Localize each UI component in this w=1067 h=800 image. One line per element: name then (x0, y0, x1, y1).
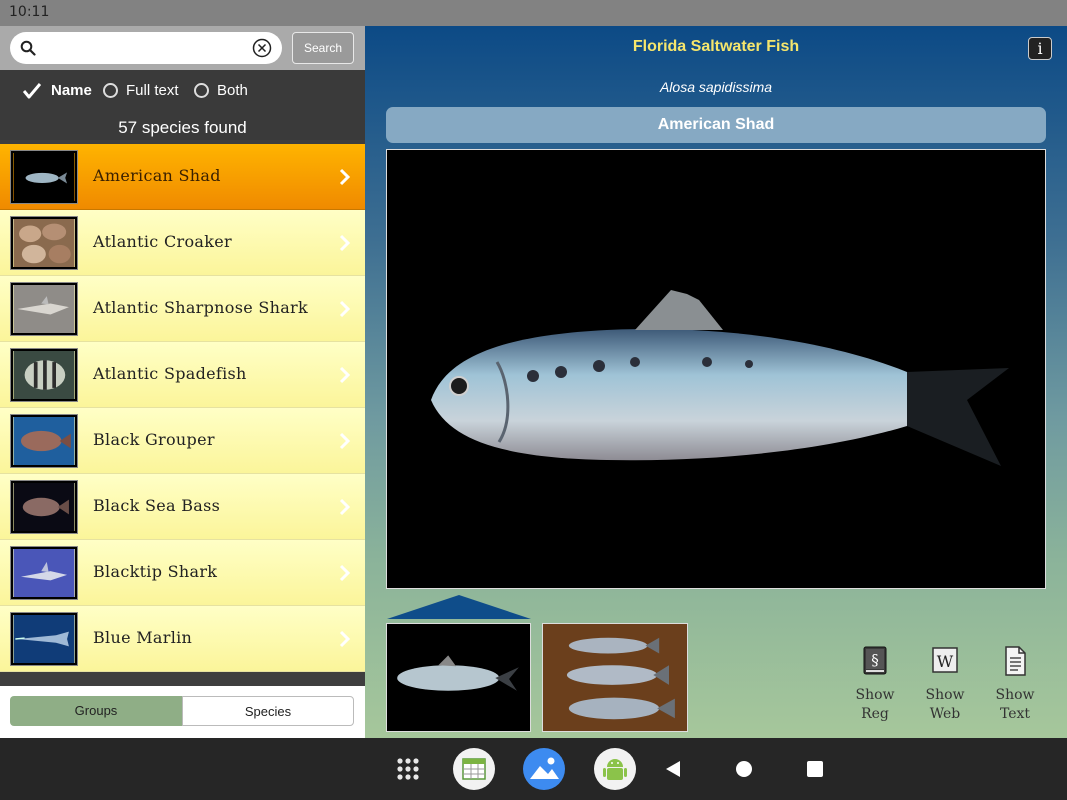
view-segmented-control: Groups Species (0, 686, 365, 738)
show-web-line2: Web (929, 706, 961, 722)
list-item[interactable]: Blue Marlin (0, 606, 365, 672)
show-web-line1: Show (925, 687, 965, 703)
list-item[interactable]: American Shad (0, 144, 365, 210)
common-name-banner: American Shad (386, 107, 1046, 143)
search-icon (20, 40, 36, 56)
option-both[interactable]: Both (194, 82, 248, 99)
list-item-label: Blacktip Shark (93, 562, 218, 581)
gallery-thumbnail[interactable] (542, 623, 688, 732)
list-item[interactable]: Black Sea Bass (0, 474, 365, 540)
list-item-label: Atlantic Croaker (93, 232, 232, 251)
species-list[interactable]: American Shad Atlantic Croaker Atlantic … (0, 144, 365, 686)
wikipedia-icon: W (932, 647, 958, 673)
list-item-label: Black Grouper (93, 430, 215, 449)
radio-icon (103, 83, 118, 98)
search-input[interactable] (44, 37, 244, 59)
list-item[interactable]: Blacktip Shark (0, 540, 365, 606)
radio-icon (194, 83, 209, 98)
search-options: Name Full text Both 57 species found (0, 70, 365, 140)
search-field[interactable] (10, 32, 282, 64)
fish-thumbnail (11, 151, 77, 203)
fish-photo-image (387, 150, 1045, 588)
checkmark-icon (23, 82, 41, 98)
option-name[interactable]: Name (23, 82, 92, 99)
chevron-right-icon (339, 432, 351, 450)
segment-species[interactable]: Species (182, 696, 354, 726)
sheets-app-icon[interactable] (452, 747, 496, 791)
list-item-label: Blue Marlin (93, 628, 193, 647)
clear-search-icon[interactable] (252, 38, 272, 58)
option-name-label: Name (51, 82, 92, 99)
show-text-line2: Text (999, 706, 1031, 722)
show-text-button[interactable]: Show Text (990, 646, 1040, 724)
fish-thumbnail (11, 283, 77, 335)
chevron-right-icon (339, 168, 351, 186)
system-nav-bar (0, 738, 1067, 800)
show-web-button[interactable]: W Show Web (920, 646, 970, 724)
app-title: Florida Saltwater Fish (632, 38, 800, 55)
fish-thumbnail (11, 613, 77, 665)
main-fish-photo[interactable] (386, 149, 1046, 589)
list-item-label: Black Sea Bass (93, 496, 221, 515)
fish-thumbnail (11, 547, 77, 599)
svg-text:§: § (871, 651, 879, 669)
option-both-label: Both (217, 82, 248, 99)
list-item[interactable]: Atlantic Croaker (0, 210, 365, 276)
scientific-name: Alosa sapidissima (659, 79, 773, 95)
search-bar: Search (0, 26, 365, 70)
show-reg-button[interactable]: § Show Reg (850, 646, 900, 724)
selected-thumbnail-pointer (387, 595, 531, 619)
fish-thumbnail (11, 415, 77, 467)
chevron-right-icon (339, 234, 351, 252)
search-button[interactable]: Search (292, 32, 354, 64)
show-reg-line1: Show (855, 687, 895, 703)
gallery-thumbnail[interactable] (386, 623, 531, 732)
list-item-label: Atlantic Spadefish (93, 364, 247, 383)
back-icon[interactable] (664, 759, 682, 779)
fish-thumbnail (11, 349, 77, 401)
option-full-text[interactable]: Full text (103, 82, 179, 99)
status-time: 10:11 (9, 4, 50, 20)
species-count: 57 species found (118, 118, 247, 137)
list-item[interactable]: Atlantic Spadefish (0, 342, 365, 408)
species-list-panel: Search Name Full text Both 57 species fo… (0, 26, 365, 738)
info-button[interactable]: i (1028, 37, 1052, 60)
list-item-label: Atlantic Sharpnose Shark (93, 298, 309, 317)
chevron-right-icon (339, 300, 351, 318)
list-item[interactable]: Black Grouper (0, 408, 365, 474)
home-icon[interactable] (735, 760, 753, 778)
show-reg-line2: Reg (861, 706, 889, 722)
fish-thumbnail (11, 481, 77, 533)
status-bar: 10:11 (0, 0, 1067, 26)
fish-thumbnail (11, 217, 77, 269)
svg-text:W: W (937, 652, 954, 671)
species-detail-panel: Florida Saltwater Fish i Alosa sapidissi… (365, 26, 1067, 738)
law-book-icon: § (863, 646, 887, 675)
chevron-right-icon (339, 564, 351, 582)
option-full-text-label: Full text (126, 82, 179, 99)
app-drawer-icon[interactable] (396, 757, 420, 781)
segment-groups[interactable]: Groups (10, 696, 182, 726)
show-text-line1: Show (995, 687, 1035, 703)
chevron-right-icon (339, 366, 351, 384)
recents-icon[interactable] (806, 760, 824, 778)
chevron-right-icon (339, 630, 351, 648)
document-icon (1005, 646, 1026, 676)
gallery-app-icon[interactable] (522, 747, 566, 791)
list-item[interactable]: Atlantic Sharpnose Shark (0, 276, 365, 342)
android-app-icon[interactable] (593, 747, 637, 791)
chevron-right-icon (339, 498, 351, 516)
list-item-label: American Shad (93, 166, 221, 185)
